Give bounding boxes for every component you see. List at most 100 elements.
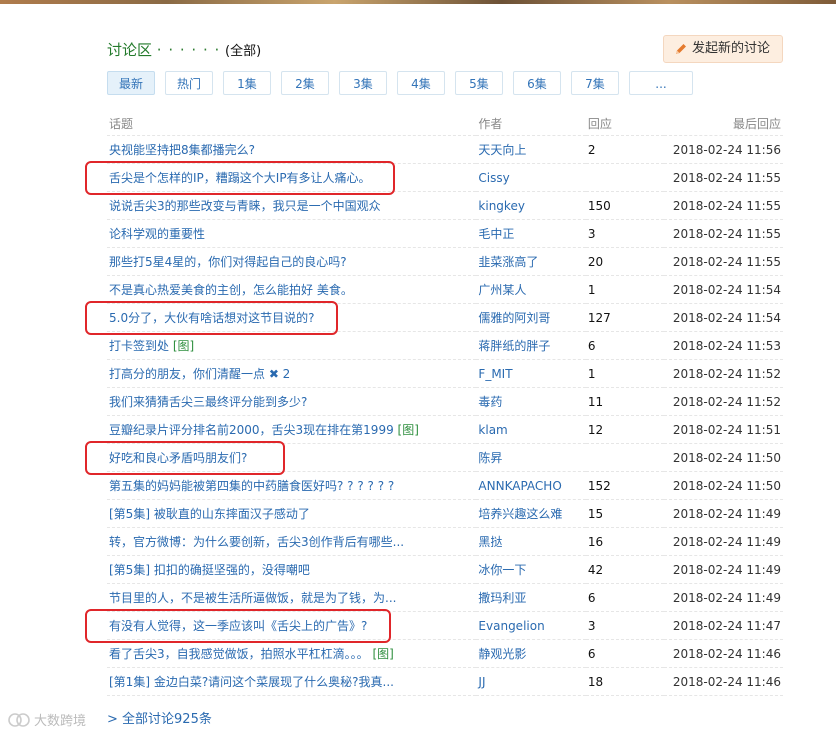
table-row: 豆瓣纪录片评分排名前2000，舌尖3现在排在第1999 [图] klam 12 201…	[107, 415, 783, 444]
tab-7[interactable]: 6集	[513, 71, 561, 95]
image-indicator: [图]	[372, 647, 394, 661]
topic-link[interactable]: 论科学观的重要性	[109, 227, 205, 241]
author-cell: Cissy	[476, 163, 586, 192]
topic-link[interactable]: 央视能坚持把8集都播完么?	[109, 143, 255, 157]
author-link[interactable]: 毒药	[478, 395, 502, 409]
reply-count: 152	[585, 471, 664, 500]
author-cell: 广州某人	[476, 275, 586, 304]
tab-8[interactable]: 7集	[571, 71, 619, 95]
last-reply-time: 2018-02-24 11:53	[663, 331, 783, 360]
topic-link[interactable]: 说说舌尖3的那些改变与青睐，我只是一个中国观众	[109, 199, 381, 213]
author-link[interactable]: ANNKAPACHO	[478, 479, 561, 493]
table-row: 央视能坚持把8集都播完么? 天天向上 2 2018-02-24 11:56	[107, 135, 783, 164]
topic-cell: 看了舌尖3，自我感觉做饭，拍照水平杠杠滴。。。 [图]	[107, 639, 477, 668]
topic-cell: 那些打5星4星的，你们对得起自己的良心吗?	[107, 247, 477, 276]
table-row: 说说舌尖3的那些改变与青睐，我只是一个中国观众 kingkey 150 2018-02…	[107, 191, 783, 220]
topic-link[interactable]: 第五集的妈妈能被第四集的中药膳食医好吗? ? ? ? ? ?	[109, 479, 394, 493]
topic-link[interactable]: 转，官方微博：为什么要创新，舌尖3创作背后有哪些...	[109, 535, 404, 549]
author-link[interactable]: 静观光影	[478, 647, 526, 661]
tab-3[interactable]: 2集	[281, 71, 329, 95]
last-reply-time: 2018-02-24 11:49	[663, 499, 783, 528]
author-link[interactable]: 儒雅的阿刘哥	[478, 311, 550, 325]
reply-count: 150	[585, 191, 664, 220]
last-reply-time: 2018-02-24 11:50	[663, 471, 783, 500]
last-reply-time: 2018-02-24 11:49	[663, 555, 783, 584]
topic-cell: 不是真心热爱美食的主创，怎么能拍好 美食。	[107, 275, 477, 304]
table-row: 论科学观的重要性 毛中正 3 2018-02-24 11:55	[107, 219, 783, 248]
topic-link[interactable]: 不是真心热爱美食的主创，怎么能拍好 美食。	[109, 283, 353, 297]
topic-cell: 豆瓣纪录片评分排名前2000，舌尖3现在排在第1999 [图]	[107, 415, 477, 444]
author-link[interactable]: 广州某人	[478, 283, 526, 297]
author-link[interactable]: 黑挞	[478, 535, 502, 549]
author-cell: F_MIT	[476, 359, 586, 388]
author-link[interactable]: 陈昇	[478, 451, 502, 465]
reply-count: 18	[585, 667, 664, 696]
tab-4[interactable]: 3集	[339, 71, 387, 95]
table-row: 第五集的妈妈能被第四集的中药膳食医好吗? ? ? ? ? ? ANNKAPACHO…	[107, 471, 783, 500]
all-discussions-link[interactable]: (全部)	[225, 44, 261, 59]
reply-count: 6	[585, 639, 664, 668]
last-reply-time: 2018-02-24 11:46	[663, 667, 783, 696]
tab-6[interactable]: 5集	[455, 71, 503, 95]
topic-link[interactable]: 那些打5星4星的，你们对得起自己的良心吗?	[109, 255, 347, 269]
topic-link[interactable]: 豆瓣纪录片评分排名前2000，舌尖3现在排在第1999	[109, 423, 394, 437]
topic-link[interactable]: 打高分的朋友，你们清醒一点 ✖ 2	[109, 367, 290, 381]
author-link[interactable]: klam	[478, 423, 507, 437]
author-link[interactable]: 撒玛利亚	[478, 591, 526, 605]
tab-5[interactable]: 4集	[397, 71, 445, 95]
reply-count: 42	[585, 555, 664, 584]
pencil-icon	[675, 44, 686, 54]
last-reply-time: 2018-02-24 11:56	[663, 135, 783, 164]
author-link[interactable]: 毛中正	[478, 227, 514, 241]
author-cell: 冰你一下	[476, 555, 586, 584]
column-header-author: 作者	[476, 111, 586, 136]
table-row: 打卡签到处 [图] 蒋胖纸的胖子 6 2018-02-24 11:53	[107, 331, 783, 360]
episode-tabs: 最新 热门 1集 2集 3集 4集 5集 6集 7集...	[107, 71, 703, 95]
new-discussion-button[interactable]: 发起新的讨论	[662, 35, 783, 63]
reply-count: 12	[585, 415, 664, 444]
table-row: [第1集] 金边白菜?请问这个菜展现了什么奥秘?我真... JJ 18 2018-02…	[107, 667, 783, 696]
topic-link[interactable]: 我们来猜猜舌尖三最终评分能到多少?	[109, 395, 307, 409]
author-link[interactable]: Evangelion	[478, 619, 544, 633]
page: 讨论区 · · · · · · (全部) 发起新的讨论 最新 热门 1集 2集 3集 4集…	[0, 0, 836, 737]
author-cell: 毛中正	[476, 219, 586, 248]
tab-2[interactable]: 1集	[223, 71, 271, 95]
author-link[interactable]: 韭菜涨高了	[478, 255, 538, 269]
topic-cell: [第5集] 被耿直的山东摔面汉子感动了	[107, 499, 477, 528]
topic-link[interactable]: [第5集] 被耿直的山东摔面汉子感动了	[109, 507, 310, 521]
tab-0[interactable]: 最新	[107, 71, 155, 95]
topic-link[interactable]: 节目里的人，不是被生活所逼做饭，就是为了钱，为...	[109, 591, 396, 605]
author-cell: ANNKAPACHO	[476, 471, 586, 500]
topic-link[interactable]: [第5集] 扣扣的确挺坚强的，没得嘲吧	[109, 563, 310, 577]
author-link[interactable]: kingkey	[478, 199, 525, 213]
reply-count	[585, 443, 664, 472]
highlight-box	[85, 300, 339, 335]
author-link[interactable]: 蒋胖纸的胖子	[478, 339, 550, 353]
topic-cell: 央视能坚持把8集都播完么?	[107, 135, 477, 164]
topic-cell: 说说舌尖3的那些改变与青睐，我只是一个中国观众	[107, 191, 477, 220]
topic-link[interactable]: 看了舌尖3，自我感觉做饭，拍照水平杠杠滴。。。	[109, 647, 369, 661]
author-link[interactable]: 冰你一下	[478, 563, 526, 577]
author-link[interactable]: JJ	[478, 675, 485, 689]
reply-count	[585, 163, 664, 192]
tab-1[interactable]: 热门	[165, 71, 213, 95]
author-cell: 培养兴趣这么难	[476, 499, 586, 528]
table-header-row: 话题 作者 回应 最后回应	[107, 111, 783, 136]
last-reply-time: 2018-02-24 11:55	[663, 191, 783, 220]
author-link[interactable]: F_MIT	[478, 367, 512, 381]
last-reply-time: 2018-02-24 11:55	[663, 163, 783, 192]
author-link[interactable]: 天天向上	[478, 143, 526, 157]
reply-count: 1	[585, 275, 664, 304]
topic-link[interactable]: [第1集] 金边白菜?请问这个菜展现了什么奥秘?我真...	[109, 675, 394, 689]
section-title: 讨论区 · · · · · · (全部)	[107, 39, 261, 60]
new-discussion-label: 发起新的讨论	[691, 41, 770, 56]
author-link[interactable]: 培养兴趣这么难	[478, 507, 562, 521]
last-reply-time: 2018-02-24 11:51	[663, 415, 783, 444]
topic-link[interactable]: 打卡签到处	[109, 339, 169, 353]
author-link[interactable]: Cissy	[478, 171, 509, 185]
all-discussions-footer-link[interactable]: > 全部讨论925条	[107, 708, 212, 727]
topic-cell: 我们来猜猜舌尖三最终评分能到多少?	[107, 387, 477, 416]
highlight-box	[85, 608, 392, 643]
tab-9[interactable]: ...	[629, 71, 693, 95]
reply-count: 3	[585, 611, 664, 640]
